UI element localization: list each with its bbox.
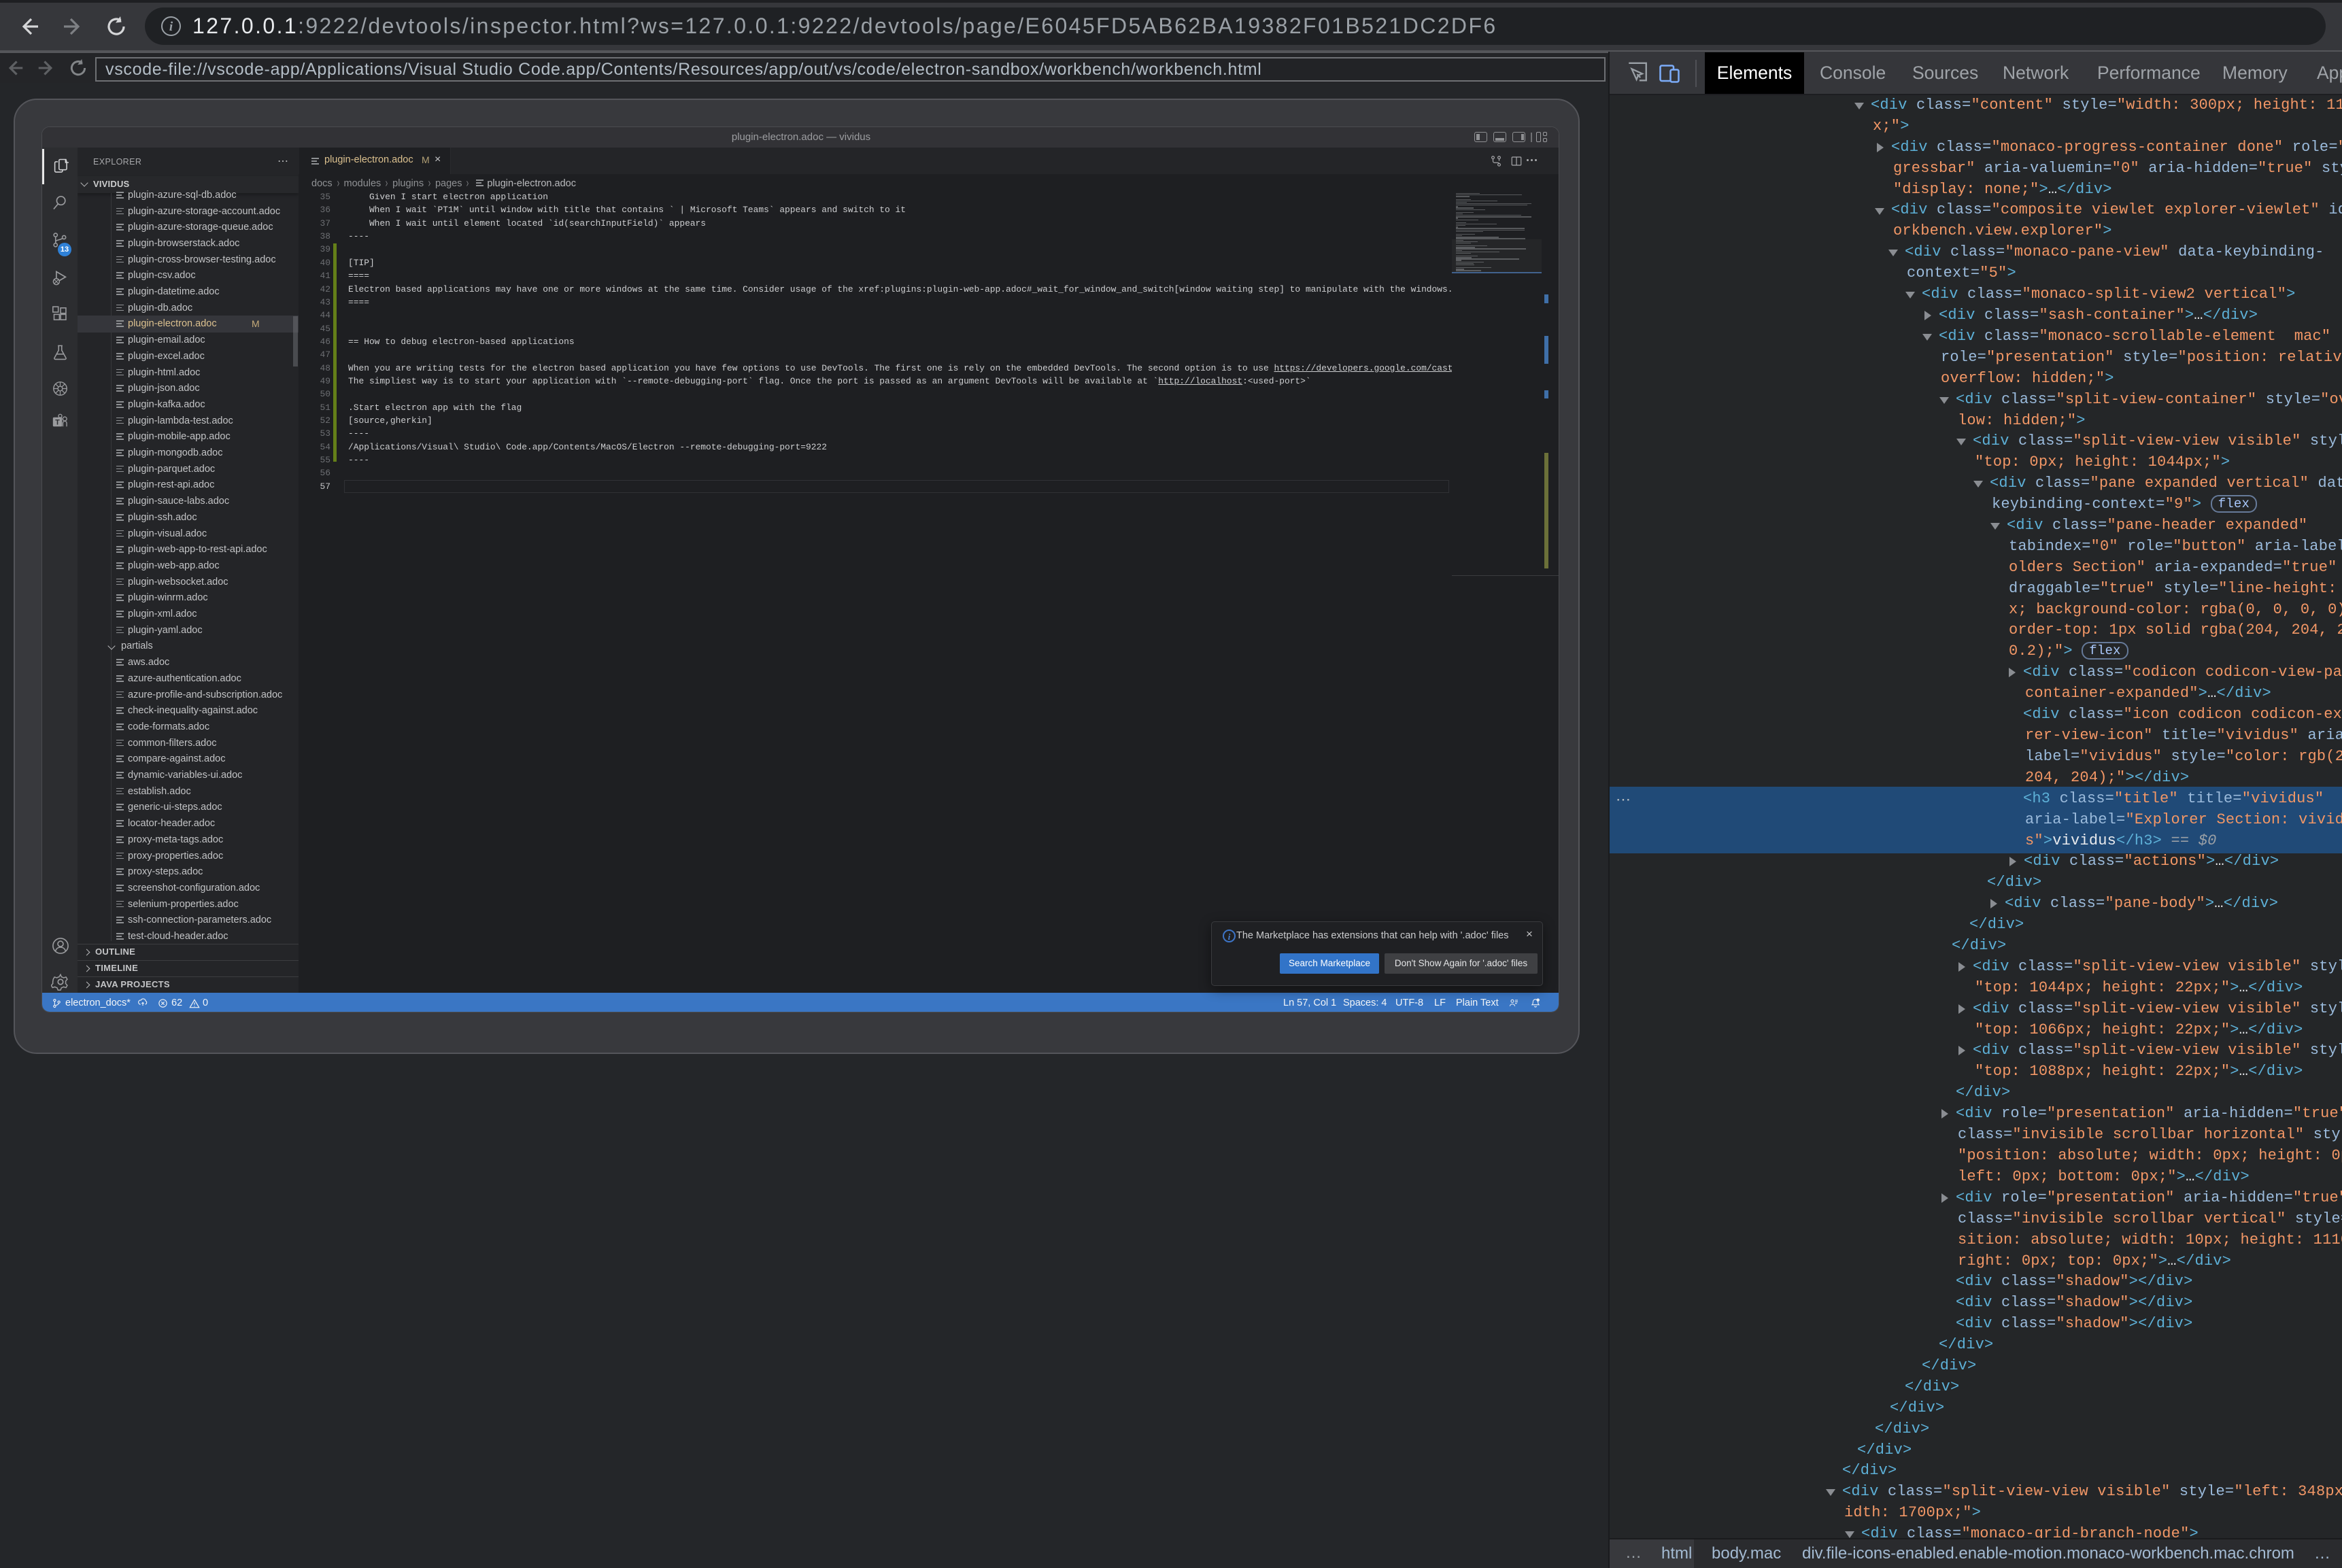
svg-text:T: T — [55, 419, 60, 427]
